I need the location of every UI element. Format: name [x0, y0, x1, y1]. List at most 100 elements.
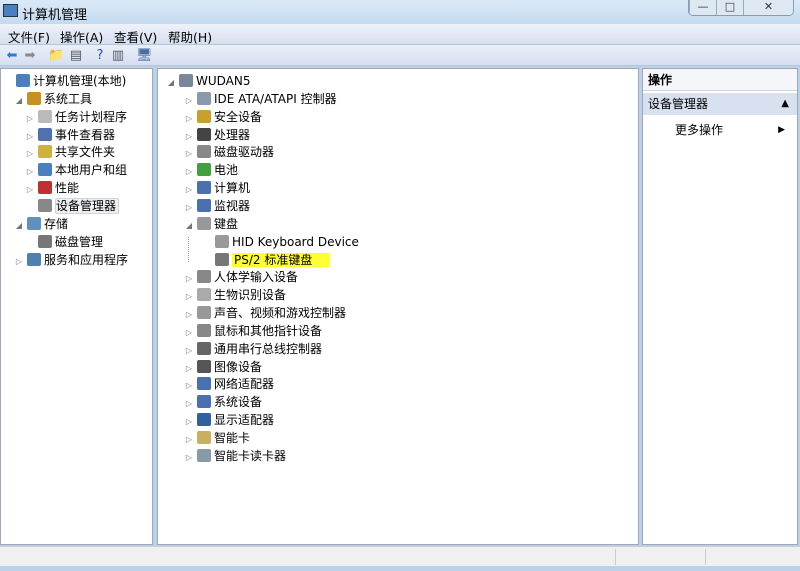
disk-management-icon	[38, 234, 52, 248]
menu-view[interactable]: 查看(V)	[114, 27, 157, 46]
tree-item-label: 性能	[55, 181, 80, 196]
tree-item[interactable]: PS/2 标准键盘	[202, 251, 331, 269]
tree-item[interactable]: ▷ 任务计划程序	[25, 108, 127, 126]
menu-help[interactable]: 帮助(H)	[168, 27, 212, 46]
tree-item[interactable]: 计算机管理(本地)	[3, 72, 126, 90]
tree-item-label: 电池	[214, 163, 239, 178]
tree-item[interactable]: ▷ 安全设备	[184, 108, 262, 126]
action-pane-header: 操作	[643, 69, 797, 91]
sound-icon	[197, 306, 211, 320]
tree-item-label: 磁盘驱动器	[214, 145, 275, 160]
tree-item[interactable]: HID Keyboard Device	[202, 233, 359, 251]
tree-item[interactable]: ◢ WUDAN5	[166, 72, 251, 90]
tree-item[interactable]: ◢ 系统工具	[14, 90, 92, 108]
tree-item[interactable]: ▷ IDE ATA/ATAPI 控制器	[184, 90, 337, 108]
tree-item[interactable]: 磁盘管理	[25, 233, 103, 251]
tree-item[interactable]: ◢ 存储	[14, 215, 68, 233]
tree-item[interactable]: ▷ 处理器	[184, 126, 250, 144]
storage-icon	[27, 216, 41, 230]
tree-item-label: 鼠标和其他指针设备	[214, 323, 323, 338]
tree-item-label: 显示适配器	[214, 413, 275, 428]
tree-item[interactable]: ▷ 智能卡读卡器	[184, 447, 286, 465]
smart-card-icon	[197, 431, 211, 444]
minimize-button[interactable]: —	[689, 0, 716, 15]
tree-item-label: PS/2 标准键盘	[232, 252, 331, 267]
tree-item[interactable]: ▷ 通用串行总线控制器	[184, 340, 322, 358]
tree-item[interactable]: ▷ 智能卡	[184, 429, 250, 447]
tree-item[interactable]: ▷ 网络适配器	[184, 375, 274, 393]
collapse-icon[interactable]: ◢	[14, 217, 24, 235]
tree-item[interactable]: ▷ 图像设备	[184, 358, 262, 376]
maximize-button[interactable]: □	[716, 0, 743, 15]
tree-item[interactable]: ▷ 系统设备	[184, 393, 262, 411]
action-section-device-manager[interactable]: 设备管理器 ▲	[643, 93, 797, 115]
tree-item[interactable]: ▷ 事件查看器	[25, 126, 115, 144]
computer-management-icon	[3, 4, 18, 17]
expand-icon[interactable]: ▷	[184, 449, 194, 467]
computer-icon	[197, 181, 211, 195]
system-device-icon	[197, 395, 211, 409]
collapse-icon[interactable]: ◢	[166, 74, 176, 92]
tree-item-label: 系统设备	[214, 395, 263, 410]
monitor-icon	[197, 198, 211, 212]
tree-item-label: 处理器	[214, 127, 251, 142]
tree-item-label: 计算机	[214, 181, 251, 196]
usb-icon	[197, 341, 211, 355]
close-button[interactable]: ✕	[743, 0, 793, 15]
tree-item[interactable]: ▷ 声音、视频和游戏控制器	[184, 304, 346, 322]
tree-item-label: WUDAN5	[196, 74, 251, 88]
tree-item-label: 设备管理器	[55, 197, 120, 214]
tree-item-label: 计算机管理(本地)	[33, 74, 127, 88]
menu-action[interactable]: 操作(A)	[60, 27, 103, 46]
tree-item-label: 共享文件夹	[55, 145, 116, 160]
back-arrow-icon[interactable]: ⬅	[4, 48, 20, 63]
shared-folders-icon	[38, 145, 52, 159]
display-adapter-icon	[197, 413, 211, 427]
tree-item[interactable]: ▷ 监视器	[184, 197, 250, 215]
tree-item-label: 智能卡读卡器	[214, 448, 287, 463]
help-icon[interactable]: ?	[92, 48, 108, 63]
up-folder-icon[interactable]: 📁	[48, 48, 64, 63]
show-hide-action-pane-icon[interactable]: ▥	[110, 48, 126, 63]
tree-item[interactable]: ▷ 电池	[184, 161, 238, 179]
collapse-icon[interactable]: ◢	[184, 217, 194, 235]
tree-item[interactable]: ▷ 本地用户和组	[25, 161, 127, 179]
action-section-label: 设备管理器	[648, 97, 709, 111]
tree-item-label: 安全设备	[214, 109, 263, 124]
keyboard-icon	[215, 234, 229, 248]
smart-card-reader-icon	[197, 448, 211, 462]
tree-item[interactable]: ▷ 鼠标和其他指针设备	[184, 322, 322, 340]
show-hide-console-tree-icon[interactable]: ▤	[68, 48, 84, 63]
computer-management-icon	[16, 74, 30, 87]
performance-icon	[38, 181, 52, 195]
device-tree: ◢ WUDAN5 ▷ IDE ATA/ATAPI 控制器 ▷ 安全设备 ▷ 处理器 ▷ 磁盘驱动器…	[157, 68, 639, 545]
tree-item[interactable]: ▷ 显示适配器	[184, 411, 274, 429]
expand-icon[interactable]: ▷	[14, 253, 24, 271]
more-actions-label: 更多操作	[675, 123, 724, 137]
tree-item[interactable]: ▷ 性能	[25, 179, 79, 197]
tree-item[interactable]: ▷ 服务和应用程序	[14, 251, 128, 269]
tree-item[interactable]: ◢ 键盘	[184, 215, 238, 233]
collapse-up-icon[interactable]: ▲	[781, 93, 789, 115]
action-more-actions[interactable]: 更多操作 ▶	[643, 119, 797, 141]
tree-item-label: 通用串行总线控制器	[214, 341, 323, 356]
tree-item[interactable]: ▷ 生物识别设备	[184, 286, 286, 304]
event-viewer-icon	[38, 127, 52, 141]
collapse-icon[interactable]: ◢	[14, 92, 24, 110]
mouse-icon	[197, 323, 211, 337]
tree-item[interactable]: 设备管理器	[25, 197, 120, 215]
forward-arrow-icon[interactable]: ➡	[22, 48, 38, 63]
tree-item-label: 磁盘管理	[55, 234, 104, 249]
tree-item-label: 声音、视频和游戏控制器	[214, 306, 347, 321]
processor-icon	[197, 127, 211, 141]
tree-item[interactable]: ▷ 人体学输入设备	[184, 268, 298, 286]
menu-file[interactable]: 文件(F)	[8, 27, 50, 46]
tree-item[interactable]: ▷ 计算机	[184, 179, 250, 197]
console-tree: 计算机管理(本地) ◢ 系统工具 ▷ 任务计划程序 ▷ 事件查看器 ▷ 共享文件夹 ▷ 本地用户和组…	[0, 68, 153, 545]
scan-hardware-icon[interactable]: 🖥	[136, 48, 153, 63]
status-bar	[0, 546, 800, 566]
tree-item[interactable]: ▷ 磁盘驱动器	[184, 143, 274, 161]
device-manager-icon	[38, 198, 52, 212]
tree-item[interactable]: ▷ 共享文件夹	[25, 143, 115, 161]
battery-icon	[197, 163, 211, 177]
